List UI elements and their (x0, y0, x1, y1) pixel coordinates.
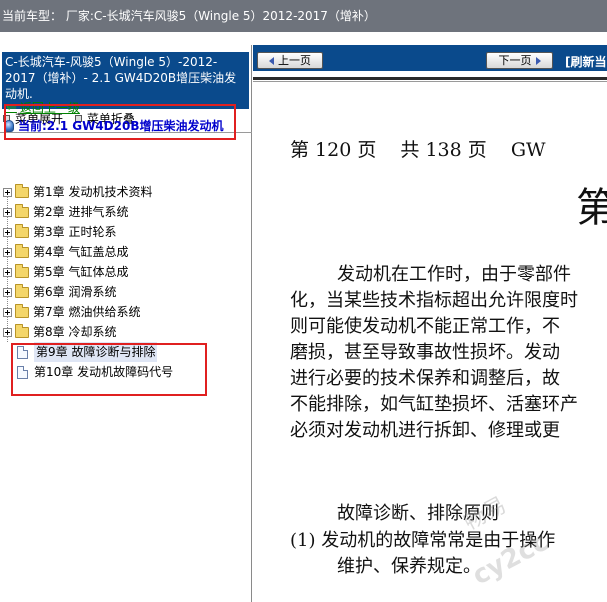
expand-plus-icon[interactable] (3, 247, 12, 257)
folder-icon (15, 183, 29, 198)
body-text-line: 则可能使发动机不能正常工作，不 (290, 316, 560, 337)
highlight-box-chapters (11, 343, 207, 396)
left-triangle-icon (269, 56, 274, 65)
tree-item-chapter-4[interactable]: 第4章 气缸盖总成 (3, 242, 128, 262)
expand-plus-icon[interactable] (3, 327, 12, 337)
folder-icon (15, 203, 29, 218)
divider (253, 77, 607, 80)
next-page-button[interactable]: 下一页 (486, 52, 553, 69)
current-model-label: 当前车型： 厂家:C-长城汽车风骏5（Wingle 5）2012-2017（增补… (2, 9, 376, 23)
tree-item-chapter-3[interactable]: 第3章 正时轮系 (3, 222, 116, 242)
expand-plus-icon[interactable] (3, 187, 12, 197)
tree-item-label: 第5章 气缸体总成 (33, 265, 129, 279)
tree-item-chapter-5[interactable]: 第5章 气缸体总成 (3, 262, 128, 282)
tree-item-chapter-7[interactable]: 第7章 燃油供给系统 (3, 302, 140, 322)
vehicle-header-line-1: C-长城汽车-风骏5（Wingle 5）-2012- (5, 55, 218, 69)
page-nav-bar: 上一页 下一页 [刷新当 (253, 45, 607, 71)
highlight-box-current (4, 104, 236, 140)
divider (253, 81, 607, 82)
body-text-line: 维护、保养规定。 (337, 556, 481, 577)
prev-page-button[interactable]: 上一页 (257, 52, 323, 69)
next-page-label: 下一页 (498, 54, 532, 67)
tree-item-chapter-2[interactable]: 第2章 进排气系统 (3, 202, 128, 222)
body-text-line: 进行必要的技术保养和调整后，故 (290, 368, 560, 389)
tree-item-label: 第3章 正时轮系 (33, 225, 117, 239)
tree-item-label: 第1章 发动机技术资料 (33, 185, 153, 199)
expand-plus-icon[interactable] (3, 227, 12, 237)
tree-item-label: 第2章 进排气系统 (33, 205, 129, 219)
body-text-line: 不能排除，如气缸垫损坏、活塞环产 (290, 394, 578, 415)
page-header-extra: GW (510, 139, 546, 161)
tree-item-label: 第8章 冷却系统 (33, 325, 117, 339)
current-page-number: 第 120 页 (290, 139, 377, 161)
folder-icon (15, 303, 29, 318)
total-page-count: 共 138 页 (400, 139, 487, 161)
body-text-line: 发动机在工作时，由于零部件 (337, 264, 571, 285)
tree-item-label: 第6章 润滑系统 (33, 285, 117, 299)
tree-item-chapter-6[interactable]: 第6章 润滑系统 (3, 282, 116, 302)
tree-item-label: 第7章 燃油供给系统 (33, 305, 141, 319)
folder-icon (15, 243, 29, 258)
folder-icon (15, 283, 29, 298)
expand-plus-icon[interactable] (3, 307, 12, 317)
window-title-bar: 当前车型： 厂家:C-长城汽车风骏5（Wingle 5）2012-2017（增补… (0, 0, 607, 32)
document-viewer: 上一页 下一页 [刷新当 第 120 页 共 138 页 GW 第 发动机在工作… (253, 45, 607, 602)
body-text-line: 化，当某些技术指标超出允许限度时 (290, 290, 578, 311)
expand-plus-icon[interactable] (3, 287, 12, 297)
folder-icon (15, 263, 29, 278)
right-triangle-icon (535, 56, 541, 65)
tree-item-chapter-1[interactable]: 第1章 发动机技术资料 (3, 182, 152, 202)
refresh-link[interactable]: [刷新当 (565, 54, 607, 70)
vehicle-header-line-2: 2017（增补）- 2.1 GW4D20B增压柴油发 (5, 71, 237, 85)
body-text-line: 必须对发动机进行拆卸、修理或更 (290, 420, 560, 441)
page-indicator: 第 120 页 共 138 页 GW (290, 138, 564, 162)
prev-page-label: 上一页 (278, 54, 311, 67)
chapter-heading-fragment: 第 (576, 185, 607, 231)
expand-plus-icon[interactable] (3, 207, 12, 217)
folder-icon (15, 323, 29, 338)
tree-item-label: 第4章 气缸盖总成 (33, 245, 129, 259)
tree-item-chapter-8[interactable]: 第8章 冷却系统 (3, 322, 116, 342)
expand-plus-icon[interactable] (3, 267, 12, 277)
folder-icon (15, 223, 29, 238)
body-text-line: 磨损，甚至导致事故性损坏。发动 (290, 342, 560, 363)
